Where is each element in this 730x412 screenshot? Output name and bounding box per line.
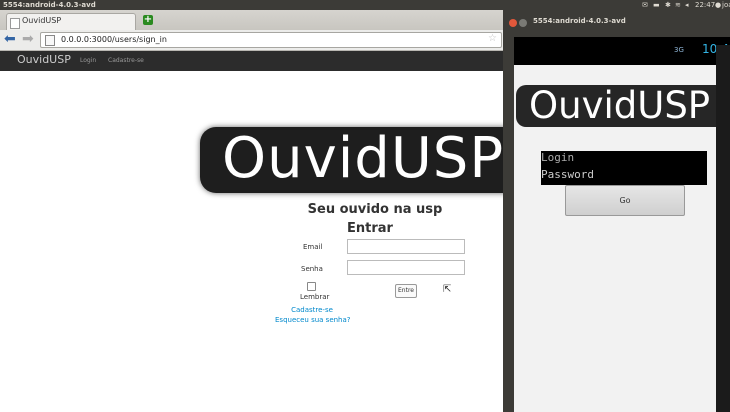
login-form-box: Login Password — [541, 151, 707, 185]
password-field[interactable]: Password — [541, 168, 594, 181]
login-field[interactable]: Login — [541, 151, 574, 164]
clock-text[interactable]: 22:47 — [695, 0, 715, 10]
bluetooth-icon[interactable]: ✱ — [665, 0, 671, 10]
mail-icon[interactable]: ✉ — [642, 0, 648, 10]
forgot-password-link[interactable]: Esqueceu sua senha? — [275, 316, 351, 324]
address-bar[interactable]: 0.0.0.0:3000/users/sign_in ☆ — [40, 32, 502, 48]
password-field[interactable] — [347, 260, 465, 275]
logo-text: OuvidUSP — [222, 127, 505, 191]
user-name[interactable]: joao paulo — [722, 0, 730, 10]
page-favicon-icon — [10, 18, 20, 29]
email-field[interactable] — [347, 239, 465, 254]
site-logo: OuvidUSP — [200, 127, 530, 193]
form-title: Entrar — [347, 221, 393, 236]
emulator-side-panel — [716, 45, 730, 412]
minimize-icon[interactable] — [519, 19, 527, 27]
forward-arrow-icon[interactable]: ➡ — [22, 32, 34, 46]
remember-label: Lembrar — [300, 293, 330, 301]
senha-label: Senha — [301, 265, 323, 273]
emulator-title: 5554:android-4.0.3-avd — [533, 17, 626, 25]
mouse-pointer-icon: ⇱ — [443, 284, 452, 295]
app-logo-text: OuvidUSP — [529, 84, 711, 127]
page-icon — [45, 35, 55, 46]
nav-cadastre-link[interactable]: Cadastre-se — [108, 57, 144, 64]
battery-icon[interactable]: ▬ — [653, 0, 660, 10]
emulator-screen[interactable]: 3G 10:47 OuvidUSP Login Password Go — [514, 37, 730, 412]
browser-nav-bar: ⬅ ➡ 0.0.0.0:3000/users/sign_in ☆ — [0, 30, 503, 51]
email-label: Email — [303, 243, 323, 251]
tagline: Seu ouvido na usp — [307, 202, 443, 217]
signal-icon: 3G — [674, 46, 684, 54]
browser-tab[interactable]: OuvidUSP — [6, 13, 136, 31]
new-tab-plus-icon[interactable]: + — [143, 15, 153, 25]
desktop-window-title: 5554:android-4.0.3-avd — [3, 1, 96, 9]
site-brand-link[interactable]: OuvidUSP — [17, 53, 71, 66]
remember-checkbox[interactable] — [307, 282, 316, 291]
volume-icon[interactable]: ◂ — [685, 0, 689, 10]
close-icon[interactable] — [509, 19, 517, 27]
tab-title: OuvidUSP — [22, 16, 62, 25]
system-indicators: ✉ ▬ ✱ ≋ ◂ 22:47 ● joao paulo — [535, 0, 730, 10]
go-button[interactable]: Go — [565, 185, 685, 216]
submit-button[interactable]: Entre — [395, 284, 417, 298]
back-arrow-icon[interactable]: ⬅ — [4, 32, 16, 46]
nav-login-link[interactable]: Login — [80, 57, 96, 64]
app-logo: OuvidUSP — [516, 84, 730, 127]
cadastre-link[interactable]: Cadastre-se — [290, 306, 334, 314]
browser-tab-strip: OuvidUSP + — [0, 10, 503, 31]
android-status-bar: 3G 10:47 — [514, 37, 730, 65]
bookmark-star-icon[interactable]: ☆ — [488, 33, 497, 44]
emulator-window: 5554:android-4.0.3-avd 3G 10:47 OuvidUSP… — [503, 10, 730, 412]
address-url[interactable]: 0.0.0.0:3000/users/sign_in — [61, 34, 167, 46]
site-navbar: OuvidUSP Login Cadastre-se — [0, 51, 503, 71]
desktop-top-bar: 5554:android-4.0.3-avd ✉ ▬ ✱ ≋ ◂ 22:47 ●… — [0, 0, 730, 10]
user-icon: ● — [715, 1, 722, 9]
wifi-icon[interactable]: ≋ — [675, 0, 681, 10]
